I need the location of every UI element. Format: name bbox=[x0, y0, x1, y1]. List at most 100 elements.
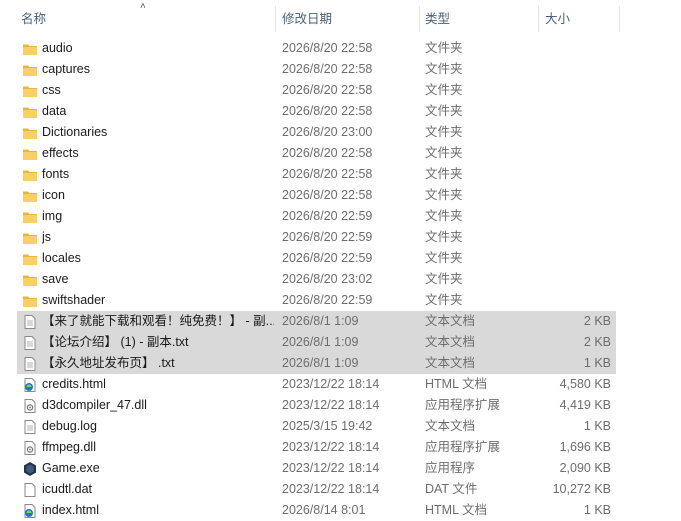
file-date: 2023/12/22 18:14 bbox=[282, 482, 380, 496]
html-file-icon bbox=[22, 377, 38, 393]
file-date: 2026/8/20 22:59 bbox=[282, 293, 373, 307]
file-name: ffmpeg.dll bbox=[42, 440, 96, 454]
file-date: 2026/8/20 22:59 bbox=[282, 230, 373, 244]
text-file-icon bbox=[22, 419, 38, 435]
file-size: 2,090 KB bbox=[559, 461, 611, 475]
file-name: credits.html bbox=[42, 377, 106, 391]
html-file-icon bbox=[22, 503, 38, 519]
text-file-icon bbox=[22, 356, 38, 372]
file-type: 文件夹 bbox=[425, 125, 463, 139]
file-row[interactable]: d3dcompiler_47.dll 2023/12/22 18:14 应用程序扩展… bbox=[17, 395, 616, 416]
sort-ascending-icon: ˄ bbox=[140, 1, 146, 12]
file-date: 2026/8/20 22:59 bbox=[282, 209, 373, 223]
file-row[interactable]: Game.exe 2023/12/22 18:14 应用程序 2,090 KB bbox=[17, 458, 616, 479]
column-header: 名称 ˄ 修改日期 类型 大小 bbox=[0, 0, 681, 34]
file-type: 文件夹 bbox=[425, 104, 463, 118]
file-row[interactable]: save 2026/8/20 23:02 文件夹 bbox=[17, 269, 616, 290]
file-type: 文件夹 bbox=[425, 62, 463, 76]
file-row[interactable]: audio 2026/8/20 22:58 文件夹 bbox=[17, 38, 616, 59]
file-row[interactable]: js 2026/8/20 22:59 文件夹 bbox=[17, 227, 616, 248]
file-row[interactable]: 【永久地址发布页】 .txt 2026/8/1 1:09 文本文档 1 KB bbox=[17, 353, 616, 374]
column-divider[interactable] bbox=[619, 6, 620, 32]
file-date: 2026/8/20 22:59 bbox=[282, 251, 373, 265]
column-divider[interactable] bbox=[275, 6, 276, 32]
file-type: 文件夹 bbox=[425, 41, 463, 55]
file-size: 2 KB bbox=[583, 314, 611, 328]
file-date: 2026/8/20 22:58 bbox=[282, 146, 373, 160]
folder-icon bbox=[22, 293, 38, 309]
file-date: 2023/12/22 18:14 bbox=[282, 461, 380, 475]
file-name: Game.exe bbox=[42, 461, 100, 475]
file-name: Dictionaries bbox=[42, 125, 108, 139]
file-row[interactable]: 【来了就能下载和观看！纯免费！】 - 副... 2026/8/1 1:09 文本文档… bbox=[17, 311, 616, 332]
column-divider[interactable] bbox=[419, 6, 420, 32]
file-name: locales bbox=[42, 251, 81, 265]
column-header-name[interactable]: 名称 bbox=[21, 0, 271, 34]
file-size: 4,419 KB bbox=[559, 398, 611, 412]
column-divider[interactable] bbox=[538, 6, 539, 32]
file-type: 应用程序扩展 bbox=[425, 440, 501, 454]
folder-icon bbox=[22, 251, 38, 267]
file-name: swiftshader bbox=[42, 293, 106, 307]
file-type: 文件夹 bbox=[425, 272, 463, 286]
file-row[interactable]: Dictionaries 2026/8/20 23:00 文件夹 bbox=[17, 122, 616, 143]
file-name: effects bbox=[42, 146, 79, 160]
file-row[interactable]: captures 2026/8/20 22:58 文件夹 bbox=[17, 59, 616, 80]
file-name: fonts bbox=[42, 167, 70, 181]
file-row[interactable]: data 2026/8/20 22:58 文件夹 bbox=[17, 101, 616, 122]
file-size bbox=[541, 185, 611, 206]
file-row[interactable]: css 2026/8/20 22:58 文件夹 bbox=[17, 80, 616, 101]
blank-file-icon bbox=[22, 482, 38, 498]
file-row[interactable]: debug.log 2025/3/15 19:42 文本文档 1 KB bbox=[17, 416, 616, 437]
column-header-size[interactable]: 大小 bbox=[545, 0, 615, 34]
folder-icon bbox=[22, 188, 38, 204]
column-header-date[interactable]: 修改日期 bbox=[282, 0, 417, 34]
file-size: 1 KB bbox=[583, 419, 611, 433]
file-row[interactable]: 【论坛介绍】 (1) - 副本.txt 2026/8/1 1:09 文本文档 2 KB bbox=[17, 332, 616, 353]
file-size bbox=[541, 269, 611, 290]
file-name: icon bbox=[42, 188, 65, 202]
file-row[interactable]: index.html 2026/8/14 8:01 HTML 文档 1 KB bbox=[17, 500, 616, 521]
file-date: 2026/8/20 22:58 bbox=[282, 167, 373, 181]
text-file-icon bbox=[22, 335, 38, 351]
folder-icon bbox=[22, 125, 38, 141]
file-name: save bbox=[42, 272, 69, 286]
file-size: 4,580 KB bbox=[559, 377, 611, 391]
file-name: data bbox=[42, 104, 67, 118]
file-name: debug.log bbox=[42, 419, 97, 433]
file-row[interactable]: icon 2026/8/20 22:58 文件夹 bbox=[17, 185, 616, 206]
file-row[interactable]: icudtl.dat 2023/12/22 18:14 DAT 文件 10,272 K… bbox=[17, 479, 616, 500]
file-date: 2026/8/20 23:00 bbox=[282, 125, 373, 139]
file-name: index.html bbox=[42, 503, 99, 517]
file-date: 2026/8/1 1:09 bbox=[282, 314, 359, 328]
file-size: 2 KB bbox=[583, 335, 611, 349]
file-type: 文件夹 bbox=[425, 251, 463, 265]
file-type: 文本文档 bbox=[425, 314, 476, 328]
file-name: js bbox=[42, 230, 52, 244]
folder-icon bbox=[22, 230, 38, 246]
file-row[interactable]: credits.html 2023/12/22 18:14 HTML 文档 4,580… bbox=[17, 374, 616, 395]
file-date: 2026/8/20 22:58 bbox=[282, 41, 373, 55]
file-date: 2026/8/20 22:58 bbox=[282, 62, 373, 76]
file-type: 文件夹 bbox=[425, 83, 463, 97]
folder-icon bbox=[22, 104, 38, 120]
file-size bbox=[541, 206, 611, 227]
file-row[interactable]: ffmpeg.dll 2023/12/22 18:14 应用程序扩展 1,696 KB bbox=[17, 437, 616, 458]
file-name: icudtl.dat bbox=[42, 482, 93, 496]
file-date: 2026/8/20 22:58 bbox=[282, 188, 373, 202]
file-row[interactable]: img 2026/8/20 22:59 文件夹 bbox=[17, 206, 616, 227]
file-type: 文件夹 bbox=[425, 293, 463, 307]
file-row[interactable]: fonts 2026/8/20 22:58 文件夹 bbox=[17, 164, 616, 185]
column-header-type[interactable]: 类型 bbox=[425, 0, 535, 34]
file-size bbox=[541, 227, 611, 248]
file-name: audio bbox=[42, 41, 73, 55]
file-row[interactable]: effects 2026/8/20 22:58 文件夹 bbox=[17, 143, 616, 164]
folder-icon bbox=[22, 167, 38, 183]
file-name: img bbox=[42, 209, 63, 223]
exe-app-icon bbox=[22, 461, 38, 477]
file-date: 2023/12/22 18:14 bbox=[282, 440, 380, 454]
file-type: 文本文档 bbox=[425, 356, 476, 370]
file-row[interactable]: locales 2026/8/20 22:59 文件夹 bbox=[17, 248, 616, 269]
file-size: 1 KB bbox=[583, 503, 611, 517]
file-row[interactable]: swiftshader 2026/8/20 22:59 文件夹 bbox=[17, 290, 616, 311]
